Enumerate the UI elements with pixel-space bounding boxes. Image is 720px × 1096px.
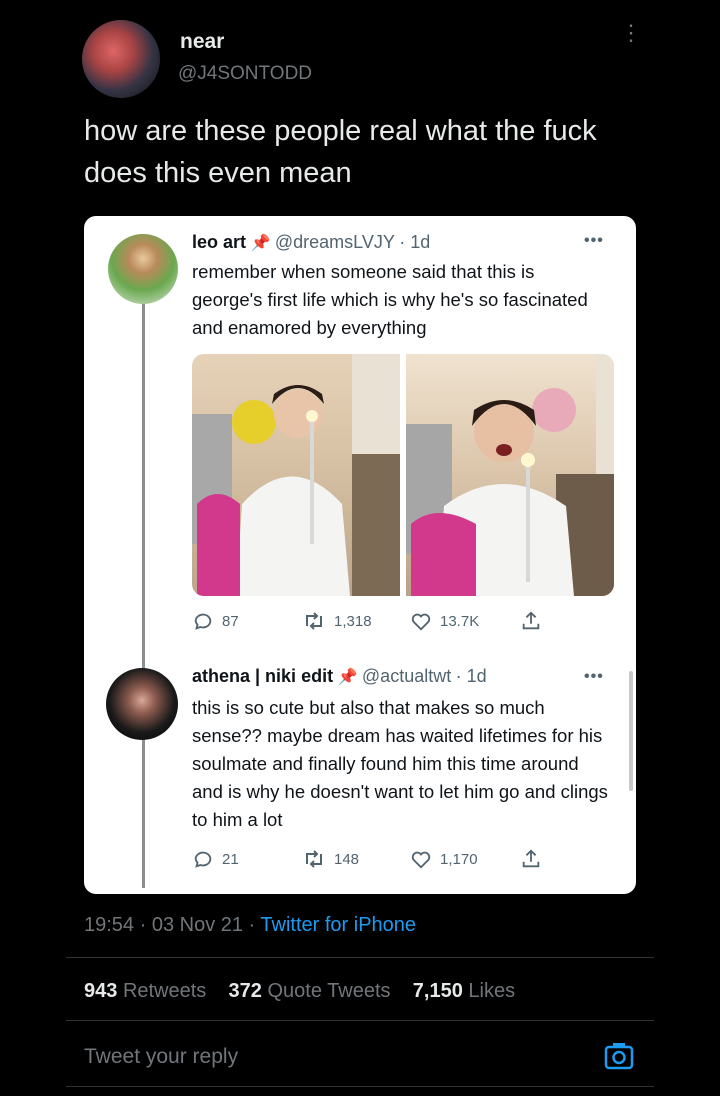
divider — [66, 957, 654, 958]
embedded-screenshot: leo art 📌 @dreamsLVJY · 1d ••• remember … — [84, 216, 636, 894]
timestamp-line: 19:54 · 03 Nov 21 · Twitter for iPhone — [84, 914, 416, 937]
camera-icon[interactable] — [603, 1040, 635, 1072]
scrollbar[interactable] — [629, 671, 633, 791]
author-name[interactable]: near — [180, 30, 224, 54]
retweet-action[interactable]: 148 — [302, 848, 359, 870]
leo-avatar[interactable] — [108, 234, 178, 304]
divider — [66, 1086, 654, 1087]
share-icon — [522, 611, 540, 630]
retweet-count: 1,318 — [334, 612, 372, 630]
share-action[interactable] — [520, 610, 542, 632]
timestamp: 19:54 · 03 Nov 21 · — [84, 914, 256, 936]
reply-action[interactable]: 21 — [192, 848, 239, 870]
heart-icon — [411, 613, 431, 631]
share-action[interactable] — [520, 848, 542, 870]
thread-line — [142, 288, 145, 888]
reply-count: 21 — [222, 850, 239, 868]
tweet-stats: 943 Retweets 372 Quote Tweets 7,150 Like… — [84, 980, 515, 1003]
quotes-stat[interactable]: 372 Quote Tweets — [229, 980, 391, 1002]
more-options-icon[interactable]: ⋮ — [620, 22, 642, 54]
heart-icon — [411, 851, 431, 869]
leo-handle[interactable]: @dreamsLVJY — [275, 232, 395, 252]
like-count: 13.7K — [440, 612, 480, 630]
pin-icon: 📌 — [250, 235, 271, 252]
likes-label: Likes — [468, 980, 516, 1002]
photo-right[interactable] — [406, 354, 614, 596]
athena-text: this is so cute but also that makes so m… — [192, 697, 608, 830]
divider — [66, 1020, 654, 1021]
likes-number: 7,150 — [412, 980, 463, 1002]
quotes-number: 372 — [228, 980, 262, 1002]
athena-time: · 1d — [455, 666, 487, 686]
tweet-text: how are these people real what the fuck … — [84, 115, 597, 189]
author-handle[interactable]: @J4SONTODD — [178, 63, 312, 85]
retweet-icon — [306, 850, 322, 868]
reply-icon — [194, 613, 212, 630]
retweets-stat[interactable]: 943 Retweets — [84, 980, 206, 1002]
reply-input[interactable]: Tweet your reply — [84, 1045, 238, 1069]
leo-name[interactable]: leo art — [192, 232, 246, 252]
athena-avatar[interactable] — [106, 668, 178, 740]
photo-left[interactable] — [192, 354, 400, 596]
athena-header: athena | niki edit 📌 @actualtwt · 1d — [192, 666, 487, 687]
more-icon[interactable]: ••• — [584, 668, 604, 686]
retweets-label: Retweets — [122, 980, 207, 1002]
retweet-count: 148 — [334, 850, 360, 868]
retweets-number: 943 — [84, 980, 118, 1002]
leo-header: leo art 📌 @dreamsLVJY · 1d — [192, 232, 430, 253]
reply-icon — [194, 851, 212, 868]
retweet-icon — [306, 612, 322, 630]
author-avatar[interactable] — [82, 20, 160, 98]
athena-handle[interactable]: @actualtwt — [362, 666, 451, 686]
pin-icon: 📌 — [337, 669, 358, 686]
leo-text: remember when someone said that this is … — [192, 261, 588, 338]
athena-name[interactable]: athena | niki edit — [192, 666, 333, 686]
client-link[interactable]: Twitter for iPhone — [260, 914, 416, 936]
share-icon — [522, 849, 540, 868]
reply-action[interactable]: 87 — [192, 610, 239, 632]
leo-time: · 1d — [399, 232, 431, 252]
like-action[interactable]: 1,170 — [410, 848, 478, 870]
more-icon[interactable]: ••• — [584, 232, 604, 250]
quotes-label: Quote Tweets — [267, 980, 391, 1002]
reply-count: 87 — [222, 612, 239, 630]
like-count: 1,170 — [440, 850, 478, 868]
likes-stat[interactable]: 7,150 Likes — [413, 980, 515, 1002]
retweet-action[interactable]: 1,318 — [302, 610, 372, 632]
like-action[interactable]: 13.7K — [410, 610, 479, 632]
